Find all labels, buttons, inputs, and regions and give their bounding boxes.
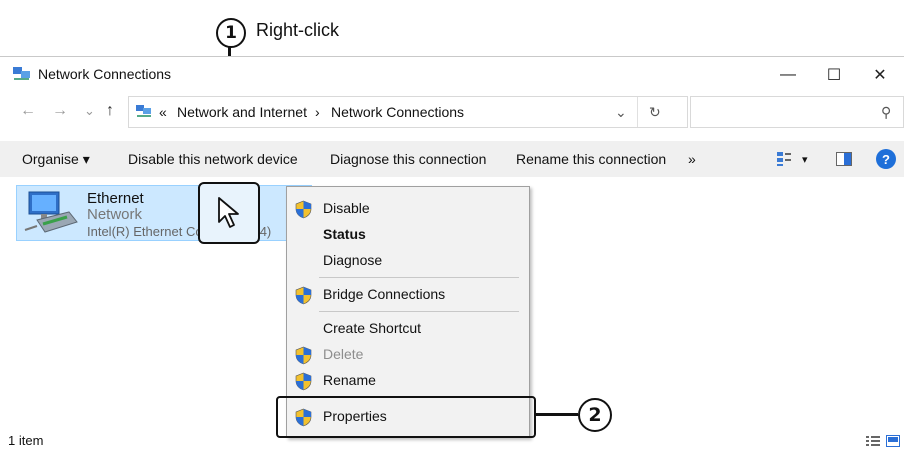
ethernet-adapter-icon (24, 191, 78, 233)
rename-connection-button[interactable]: Rename this connection (516, 151, 666, 167)
address-dropdown-icon[interactable]: ⌄ (615, 104, 627, 121)
command-bar: Organise ▾ Disable this network device D… (0, 141, 904, 177)
connection-name: Ethernet (87, 190, 144, 207)
menu-separator (319, 277, 519, 278)
menu-label-bridge: Bridge Connections (323, 286, 446, 302)
item-count: 1 item (8, 433, 44, 448)
maximize-icon: ☐ (826, 67, 842, 84)
address-box[interactable]: « Network and Internet › Network Connect… (128, 96, 688, 128)
uac-shield-icon (295, 286, 312, 305)
menu-label-disable: Disable (323, 200, 370, 216)
recent-locations-button[interactable]: ⌄ (84, 103, 95, 119)
change-view-icon[interactable] (776, 151, 792, 167)
ethernet-connection-item[interactable]: Ethernet Network Intel(R) Ethernet Conne… (16, 185, 312, 241)
properties-highlight-box (276, 396, 536, 438)
menu-label-status: Status (323, 226, 366, 242)
search-box[interactable]: ⚲ (690, 96, 904, 128)
back-button[interactable]: ← (20, 102, 36, 120)
close-icon: ✕ (873, 67, 887, 84)
uac-shield-icon (295, 200, 312, 219)
diagnose-connection-button[interactable]: Diagnose this connection (330, 151, 486, 167)
details-view-icon[interactable] (866, 435, 880, 447)
help-icon: ? (882, 151, 890, 167)
uac-shield-icon (295, 372, 312, 391)
step-2-pointer-line (534, 413, 578, 416)
menu-item-rename[interactable]: Rename (287, 369, 529, 393)
search-icon: ⚲ (881, 104, 892, 120)
breadcrumb-separator: › (315, 104, 320, 120)
menu-label-rename: Rename (323, 372, 376, 388)
title-bar: Network Connections — ☐ ✕ (0, 57, 904, 91)
menu-item-create-shortcut[interactable]: Create Shortcut (287, 317, 529, 341)
menu-item-delete[interactable]: Delete (287, 343, 529, 367)
step-1-label: Right-click (256, 20, 340, 40)
menu-label-delete: Delete (323, 346, 364, 362)
close-button[interactable]: ✕ (858, 62, 902, 88)
network-icon (13, 67, 30, 80)
breadcrumb-network-and-internet[interactable]: Network and Internet (177, 104, 307, 120)
more-commands-button[interactable]: » (688, 151, 696, 167)
connection-status: Network (87, 206, 143, 223)
menu-label-diagnose: Diagnose (323, 252, 383, 268)
up-button[interactable]: ↑ (106, 102, 114, 120)
address-bar-row: ← → ⌄ ↑ « Network and Internet › Network… (0, 91, 904, 131)
view-options-arrow[interactable]: ▾ (802, 153, 808, 166)
window-title: Network Connections (38, 66, 172, 82)
menu-label-shortcut: Create Shortcut (323, 320, 422, 336)
disable-device-button[interactable]: Disable this network device (128, 151, 298, 167)
cursor-highlight-box (198, 182, 260, 244)
minimize-button[interactable]: — (766, 62, 810, 88)
menu-item-status[interactable]: Status (287, 223, 529, 247)
minimize-icon: — (780, 66, 796, 83)
menu-item-diagnose[interactable]: Diagnose (287, 249, 529, 273)
refresh-icon[interactable]: ↻ (649, 104, 661, 121)
maximize-button[interactable]: ☐ (812, 62, 856, 88)
menu-item-bridge-connections[interactable]: Bridge Connections (287, 283, 529, 307)
uac-shield-icon (295, 346, 312, 365)
organise-menu[interactable]: Organise ▾ (22, 151, 90, 168)
forward-button[interactable]: → (52, 102, 68, 120)
breadcrumb-network-connections[interactable]: Network Connections (331, 104, 464, 120)
step-1-number: 1 (216, 18, 246, 48)
help-button[interactable]: ? (876, 149, 896, 169)
menu-item-disable[interactable]: Disable (287, 197, 529, 221)
large-icons-view-icon[interactable] (886, 435, 900, 447)
step-2-number: 2 (578, 398, 612, 432)
network-folder-icon (136, 105, 151, 117)
breadcrumb-overflow[interactable]: « (159, 104, 167, 120)
mouse-cursor-icon (218, 197, 239, 228)
menu-separator (319, 311, 519, 312)
preview-pane-icon[interactable] (836, 152, 852, 166)
